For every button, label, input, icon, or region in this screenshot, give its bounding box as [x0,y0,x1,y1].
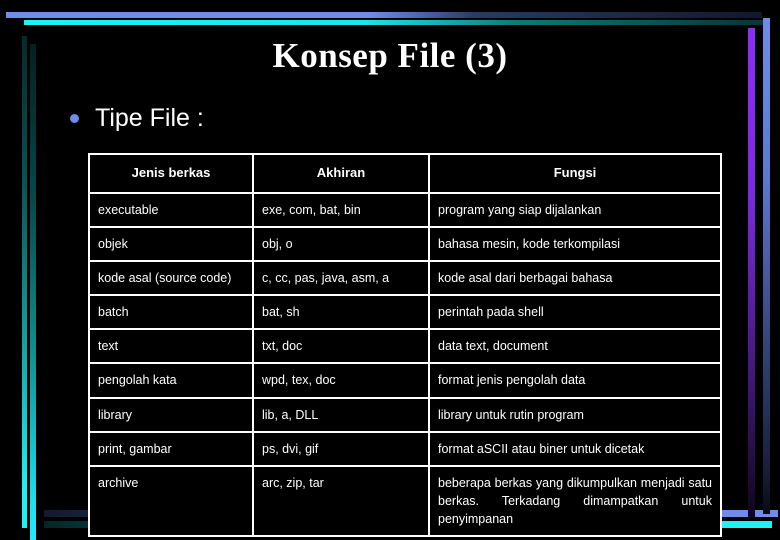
cell-jenis: text [88,328,254,365]
decor-bar-left-inner [30,44,36,540]
table-row: pengolah kata wpd, tex, doc format jenis… [88,362,722,399]
slide-canvas: Konsep File (3) Tipe File : Jenis berkas… [0,0,780,540]
cell-jenis: library [88,396,254,433]
cell-akhiran: txt, doc [252,328,430,365]
table-row: print, gambar ps, dvi, gif format aSCII … [88,430,722,467]
table-row: objek obj, o bahasa mesin, kode terkompi… [88,225,722,263]
cell-akhiran: obj, o [252,225,430,263]
table-row: archive arc, zip, tar beberapa berkas ya… [88,464,722,538]
file-types-table-container: Jenis berkas Akhiran Fungsi executable e… [88,153,722,538]
table-header-row: Jenis berkas Akhiran Fungsi [88,153,722,194]
table-body: executable exe, com, bat, bin program ya… [88,191,722,538]
bullet-item-label: Tipe File : [95,104,204,132]
slide-title: Konsep File (3) [272,36,508,75]
cell-akhiran: lib, a, DLL [252,396,430,433]
cell-jenis: pengolah kata [88,362,254,399]
cell-jenis: executable [88,191,254,228]
table-row: library lib, a, DLL library untuk rutin … [88,396,722,433]
cell-jenis: objek [88,225,254,263]
column-header-jenis-berkas: Jenis berkas [88,153,254,194]
cell-akhiran: arc, zip, tar [252,464,430,538]
table-row: batch bat, sh perintah pada shell [88,294,722,331]
cell-akhiran: bat, sh [252,294,430,331]
cell-akhiran: c, cc, pas, java, asm, a [252,260,430,297]
table-row: executable exe, com, bat, bin program ya… [88,191,722,228]
cell-fungsi: bahasa mesin, kode terkompilasi [428,225,722,263]
cell-fungsi: format aSCII atau biner untuk dicetak [428,430,722,467]
cell-fungsi: perintah pada shell [428,294,722,331]
column-header-akhiran: Akhiran [252,153,430,194]
cell-jenis: print, gambar [88,430,254,467]
file-types-table: Jenis berkas Akhiran Fungsi executable e… [88,153,722,538]
cell-akhiran: wpd, tex, doc [252,362,430,399]
cell-fungsi: format jenis pengolah data [428,362,722,399]
cell-jenis: batch [88,294,254,331]
decor-bar-left-outer [22,36,27,528]
decor-bar-top-blue [6,12,762,18]
bullet-list-item: Tipe File : [70,106,204,131]
cell-jenis: archive [88,464,254,538]
decor-bar-right-blue [763,18,770,514]
table-row: kode asal (source code) c, cc, pas, java… [88,260,722,297]
decor-bar-top-cyan [24,20,768,25]
bullet-dot-icon [70,114,79,123]
cell-fungsi: program yang siap dijalankan [428,191,722,228]
cell-akhiran: ps, dvi, gif [252,430,430,467]
cell-fungsi: beberapa berkas yang dikumpulkan menjadi… [428,464,722,538]
cell-jenis: kode asal (source code) [88,260,254,297]
cell-fungsi: kode asal dari berbagai bahasa [428,260,722,297]
column-header-fungsi: Fungsi [428,153,722,194]
decor-bar-right-purple [748,28,755,518]
cell-akhiran: exe, com, bat, bin [252,191,430,228]
cell-fungsi: data text, document [428,328,722,365]
cell-fungsi: library untuk rutin program [428,396,722,433]
table-row: text txt, doc data text, document [88,328,722,365]
